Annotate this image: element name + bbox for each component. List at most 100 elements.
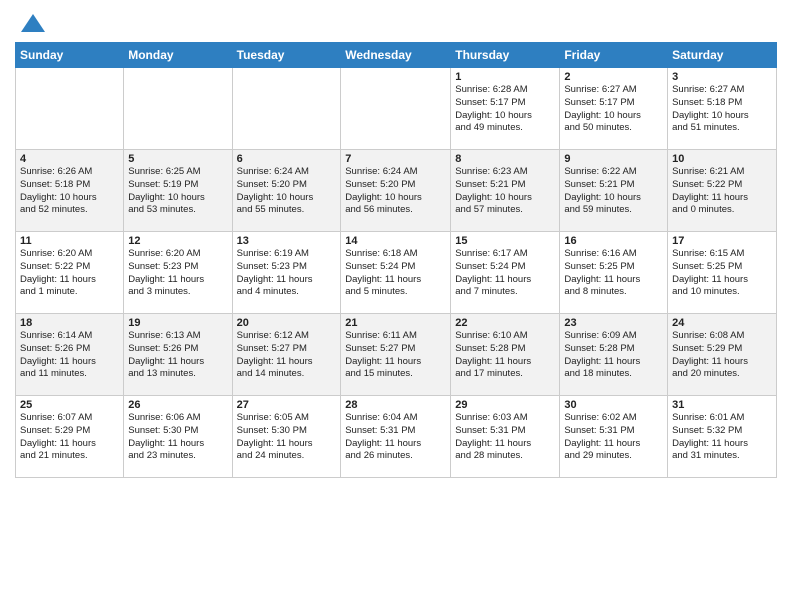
calendar-cell [341, 68, 451, 150]
day-number: 8 [455, 153, 555, 165]
calendar-cell: 28Sunrise: 6:04 AM Sunset: 5:31 PM Dayli… [341, 396, 451, 478]
day-info: Sunrise: 6:01 AM Sunset: 5:32 PM Dayligh… [672, 412, 772, 463]
calendar-cell [232, 68, 341, 150]
day-number: 15 [455, 235, 555, 247]
day-number: 21 [345, 317, 446, 329]
day-info: Sunrise: 6:16 AM Sunset: 5:25 PM Dayligh… [564, 248, 663, 299]
calendar-cell: 10Sunrise: 6:21 AM Sunset: 5:22 PM Dayli… [668, 150, 777, 232]
day-info: Sunrise: 6:28 AM Sunset: 5:17 PM Dayligh… [455, 84, 555, 135]
calendar-cell: 11Sunrise: 6:20 AM Sunset: 5:22 PM Dayli… [16, 232, 124, 314]
calendar-week-row: 1Sunrise: 6:28 AM Sunset: 5:17 PM Daylig… [16, 68, 777, 150]
day-number: 1 [455, 71, 555, 83]
calendar-cell: 27Sunrise: 6:05 AM Sunset: 5:30 PM Dayli… [232, 396, 341, 478]
calendar-cell: 22Sunrise: 6:10 AM Sunset: 5:28 PM Dayli… [451, 314, 560, 396]
day-number: 28 [345, 399, 446, 411]
day-info: Sunrise: 6:11 AM Sunset: 5:27 PM Dayligh… [345, 330, 446, 381]
calendar-cell: 24Sunrise: 6:08 AM Sunset: 5:29 PM Dayli… [668, 314, 777, 396]
calendar-week-row: 4Sunrise: 6:26 AM Sunset: 5:18 PM Daylig… [16, 150, 777, 232]
day-number: 14 [345, 235, 446, 247]
day-number: 11 [20, 235, 119, 247]
weekday-header: Sunday [16, 43, 124, 68]
day-number: 10 [672, 153, 772, 165]
day-info: Sunrise: 6:10 AM Sunset: 5:28 PM Dayligh… [455, 330, 555, 381]
day-info: Sunrise: 6:21 AM Sunset: 5:22 PM Dayligh… [672, 166, 772, 217]
calendar-week-row: 11Sunrise: 6:20 AM Sunset: 5:22 PM Dayli… [16, 232, 777, 314]
day-number: 6 [237, 153, 337, 165]
weekday-header: Tuesday [232, 43, 341, 68]
day-number: 9 [564, 153, 663, 165]
day-number: 3 [672, 71, 772, 83]
day-info: Sunrise: 6:24 AM Sunset: 5:20 PM Dayligh… [237, 166, 337, 217]
calendar-cell: 14Sunrise: 6:18 AM Sunset: 5:24 PM Dayli… [341, 232, 451, 314]
calendar-cell: 17Sunrise: 6:15 AM Sunset: 5:25 PM Dayli… [668, 232, 777, 314]
day-number: 23 [564, 317, 663, 329]
weekday-header: Thursday [451, 43, 560, 68]
day-info: Sunrise: 6:17 AM Sunset: 5:24 PM Dayligh… [455, 248, 555, 299]
day-number: 13 [237, 235, 337, 247]
day-number: 18 [20, 317, 119, 329]
calendar-cell: 23Sunrise: 6:09 AM Sunset: 5:28 PM Dayli… [560, 314, 668, 396]
calendar-cell: 8Sunrise: 6:23 AM Sunset: 5:21 PM Daylig… [451, 150, 560, 232]
calendar-header-row: SundayMondayTuesdayWednesdayThursdayFrid… [16, 43, 777, 68]
day-info: Sunrise: 6:06 AM Sunset: 5:30 PM Dayligh… [128, 412, 227, 463]
day-number: 4 [20, 153, 119, 165]
day-number: 29 [455, 399, 555, 411]
calendar-table: SundayMondayTuesdayWednesdayThursdayFrid… [15, 42, 777, 478]
weekday-header: Monday [124, 43, 232, 68]
calendar-cell: 29Sunrise: 6:03 AM Sunset: 5:31 PM Dayli… [451, 396, 560, 478]
calendar-cell: 31Sunrise: 6:01 AM Sunset: 5:32 PM Dayli… [668, 396, 777, 478]
logo [15, 10, 47, 38]
day-number: 22 [455, 317, 555, 329]
day-info: Sunrise: 6:27 AM Sunset: 5:17 PM Dayligh… [564, 84, 663, 135]
calendar-cell: 21Sunrise: 6:11 AM Sunset: 5:27 PM Dayli… [341, 314, 451, 396]
weekday-header: Saturday [668, 43, 777, 68]
calendar-cell: 2Sunrise: 6:27 AM Sunset: 5:17 PM Daylig… [560, 68, 668, 150]
calendar-cell: 18Sunrise: 6:14 AM Sunset: 5:26 PM Dayli… [16, 314, 124, 396]
day-number: 20 [237, 317, 337, 329]
day-number: 5 [128, 153, 227, 165]
header [15, 10, 777, 38]
calendar-cell: 7Sunrise: 6:24 AM Sunset: 5:20 PM Daylig… [341, 150, 451, 232]
day-number: 19 [128, 317, 227, 329]
day-info: Sunrise: 6:18 AM Sunset: 5:24 PM Dayligh… [345, 248, 446, 299]
day-info: Sunrise: 6:20 AM Sunset: 5:23 PM Dayligh… [128, 248, 227, 299]
day-info: Sunrise: 6:15 AM Sunset: 5:25 PM Dayligh… [672, 248, 772, 299]
day-info: Sunrise: 6:05 AM Sunset: 5:30 PM Dayligh… [237, 412, 337, 463]
calendar-cell: 30Sunrise: 6:02 AM Sunset: 5:31 PM Dayli… [560, 396, 668, 478]
logo-icon [19, 10, 47, 38]
day-info: Sunrise: 6:24 AM Sunset: 5:20 PM Dayligh… [345, 166, 446, 217]
calendar-week-row: 18Sunrise: 6:14 AM Sunset: 5:26 PM Dayli… [16, 314, 777, 396]
day-info: Sunrise: 6:23 AM Sunset: 5:21 PM Dayligh… [455, 166, 555, 217]
day-info: Sunrise: 6:04 AM Sunset: 5:31 PM Dayligh… [345, 412, 446, 463]
day-info: Sunrise: 6:09 AM Sunset: 5:28 PM Dayligh… [564, 330, 663, 381]
day-info: Sunrise: 6:22 AM Sunset: 5:21 PM Dayligh… [564, 166, 663, 217]
calendar-cell: 13Sunrise: 6:19 AM Sunset: 5:23 PM Dayli… [232, 232, 341, 314]
day-info: Sunrise: 6:03 AM Sunset: 5:31 PM Dayligh… [455, 412, 555, 463]
calendar-cell [124, 68, 232, 150]
day-number: 17 [672, 235, 772, 247]
day-number: 26 [128, 399, 227, 411]
day-number: 25 [20, 399, 119, 411]
day-info: Sunrise: 6:07 AM Sunset: 5:29 PM Dayligh… [20, 412, 119, 463]
day-info: Sunrise: 6:20 AM Sunset: 5:22 PM Dayligh… [20, 248, 119, 299]
day-number: 16 [564, 235, 663, 247]
weekday-header: Wednesday [341, 43, 451, 68]
day-number: 12 [128, 235, 227, 247]
day-info: Sunrise: 6:25 AM Sunset: 5:19 PM Dayligh… [128, 166, 227, 217]
calendar-cell: 4Sunrise: 6:26 AM Sunset: 5:18 PM Daylig… [16, 150, 124, 232]
calendar-cell [16, 68, 124, 150]
day-number: 24 [672, 317, 772, 329]
weekday-header: Friday [560, 43, 668, 68]
page-container: SundayMondayTuesdayWednesdayThursdayFrid… [0, 0, 792, 486]
calendar-cell: 9Sunrise: 6:22 AM Sunset: 5:21 PM Daylig… [560, 150, 668, 232]
day-info: Sunrise: 6:14 AM Sunset: 5:26 PM Dayligh… [20, 330, 119, 381]
day-info: Sunrise: 6:02 AM Sunset: 5:31 PM Dayligh… [564, 412, 663, 463]
calendar-cell: 1Sunrise: 6:28 AM Sunset: 5:17 PM Daylig… [451, 68, 560, 150]
day-info: Sunrise: 6:27 AM Sunset: 5:18 PM Dayligh… [672, 84, 772, 135]
calendar-cell: 16Sunrise: 6:16 AM Sunset: 5:25 PM Dayli… [560, 232, 668, 314]
day-number: 30 [564, 399, 663, 411]
day-info: Sunrise: 6:19 AM Sunset: 5:23 PM Dayligh… [237, 248, 337, 299]
calendar-cell: 5Sunrise: 6:25 AM Sunset: 5:19 PM Daylig… [124, 150, 232, 232]
calendar-cell: 15Sunrise: 6:17 AM Sunset: 5:24 PM Dayli… [451, 232, 560, 314]
calendar-cell: 26Sunrise: 6:06 AM Sunset: 5:30 PM Dayli… [124, 396, 232, 478]
